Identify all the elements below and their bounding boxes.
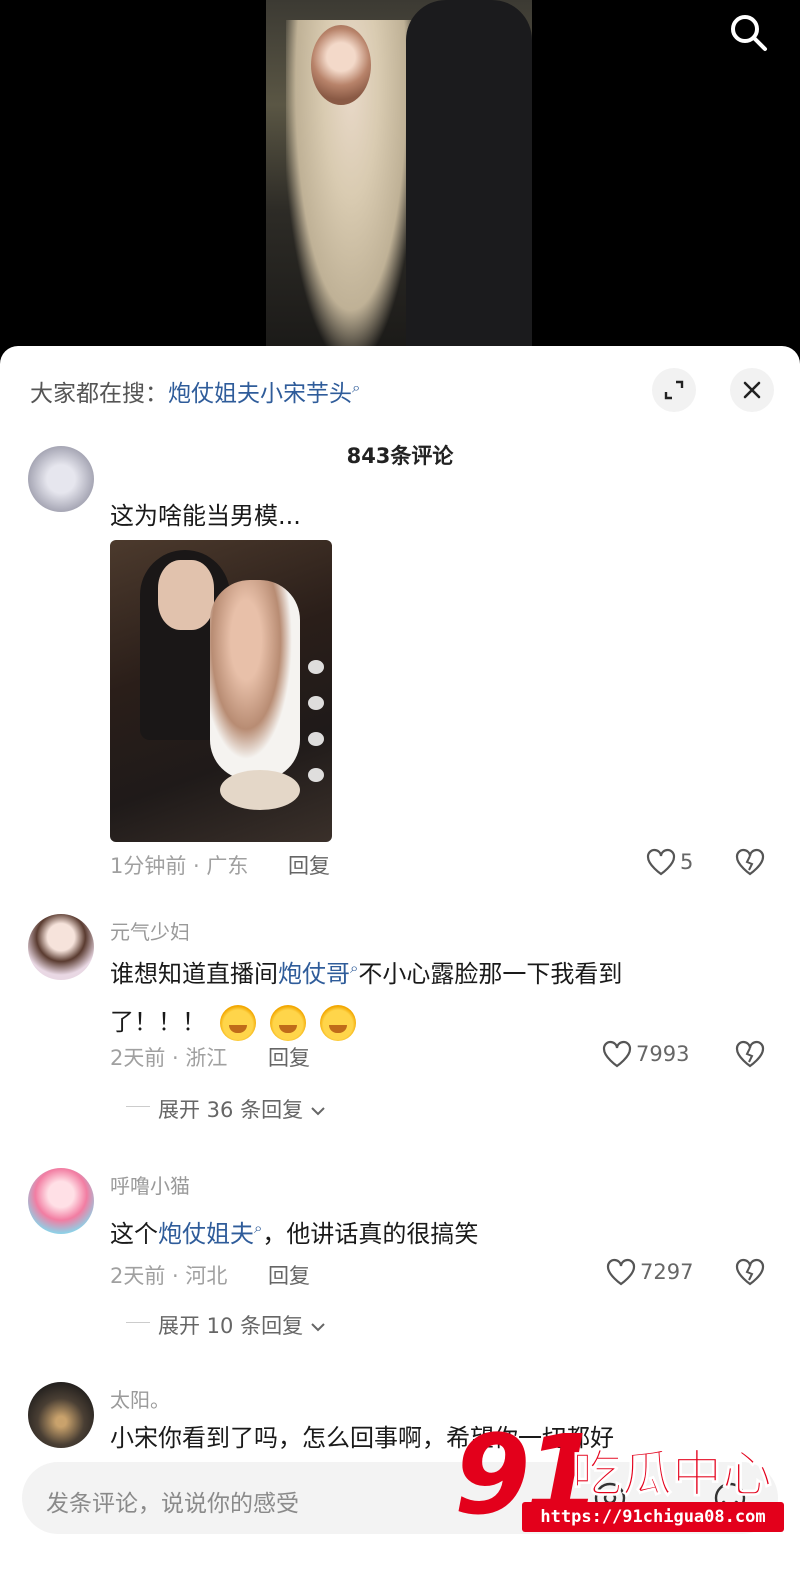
like-button[interactable]: 7993 [602, 1040, 689, 1068]
avatar[interactable] [28, 1168, 94, 1234]
search-icon[interactable] [726, 10, 770, 54]
heart-icon [606, 1258, 636, 1286]
video-player[interactable] [0, 0, 800, 360]
emoji-icon [320, 1005, 356, 1041]
sheet-header: 大家都在搜：炮仗姐夫小宋芋头⌕ [0, 346, 800, 434]
video-bride-head [311, 25, 371, 105]
search-small-icon: ⌕ [352, 378, 361, 397]
comment-text-before: 谁想知道直播间 [110, 960, 278, 988]
comment-username[interactable]: 元气少妇 [110, 916, 190, 945]
comment-input-placeholder: 发条评论，说说你的感受 [46, 1491, 299, 1517]
comment-text: 谁想知道直播间炮仗哥⌕不小心露脸那一下我看到了！！！ [110, 944, 710, 1046]
dislike-button[interactable] [734, 1256, 766, 1288]
like-button[interactable]: 5 [646, 848, 693, 876]
comment-text: 这个炮仗姐夫⌕，他讲话真的很搞笑 [110, 1204, 710, 1258]
like-count: 7993 [636, 1042, 690, 1066]
dislike-button[interactable] [734, 846, 766, 878]
heart-icon [602, 1040, 632, 1068]
expand-replies[interactable]: 展开 10 条回复 [126, 1310, 326, 1340]
avatar[interactable] [28, 1382, 94, 1448]
emoji-icon [220, 1005, 256, 1041]
hot-search-prefix: 大家都在搜： [30, 381, 168, 407]
comment-image[interactable] [110, 540, 332, 842]
comment-meta: 2天前 · 浙江 [110, 1046, 228, 1070]
image-ui-icons [308, 660, 326, 800]
chevron-down-icon [311, 1107, 325, 1116]
expand-icon [664, 380, 684, 400]
comment-text: 这为啥能当男模... [110, 502, 301, 530]
broken-heart-icon [735, 848, 765, 876]
comment-text-before: 这个 [110, 1220, 158, 1248]
video-frame [266, 0, 532, 350]
comment-username[interactable]: 太阳。 [110, 1384, 170, 1413]
dislike-button[interactable] [734, 1038, 766, 1070]
reply-button[interactable]: 回复 [288, 850, 330, 880]
expand-replies[interactable]: 展开 36 条回复 [126, 1094, 326, 1124]
emoji-icon [270, 1005, 306, 1041]
comment-text-after: ，他讲话真的很搞笑 [262, 1220, 479, 1248]
broken-heart-icon [735, 1258, 765, 1286]
comment-keyword[interactable]: 炮仗姐夫 [158, 1220, 254, 1248]
like-count: 5 [680, 850, 694, 874]
heart-icon [646, 848, 676, 876]
chevron-down-icon [311, 1323, 325, 1332]
avatar[interactable] [28, 446, 94, 512]
image-girl [210, 580, 300, 780]
watermark: 91 吃瓜中心 https://91chigua08.com [454, 1420, 794, 1550]
reply-button[interactable]: 回复 [268, 1042, 310, 1072]
like-button[interactable]: 7297 [606, 1258, 693, 1286]
comment-item: 元气少妇 谁想知道直播间炮仗哥⌕不小心露脸那一下我看到了！！！ 2天前 · 浙江… [0, 912, 800, 1132]
reply-button[interactable]: 回复 [268, 1260, 310, 1290]
comment-item: 这为啥能当男模... 1分钟前 · 广东 回复 5 [0, 446, 800, 900]
hot-search-keyword[interactable]: 炮仗姐夫小宋芋头 [168, 381, 352, 407]
expand-replies-label: 展开 10 条回复 [158, 1314, 304, 1338]
video-groom-figure [406, 0, 532, 350]
comment-sheet: 大家都在搜：炮仗姐夫小宋芋头⌕ 843条评论 这为啥能当男模... 1分钟前 ·… [0, 346, 800, 1575]
comment-count: 843条评论 [346, 444, 454, 468]
hot-search[interactable]: 大家都在搜：炮仗姐夫小宋芋头⌕ [30, 374, 360, 408]
comment-meta: 2天前 · 河北 [110, 1264, 228, 1288]
close-icon [743, 381, 761, 399]
broken-heart-icon [735, 1040, 765, 1068]
comment-meta: 1分钟前 · 广东 [110, 854, 249, 878]
like-count: 7297 [640, 1260, 694, 1284]
comment-username[interactable]: 呼噜小猫 [110, 1170, 190, 1199]
image-plate [220, 770, 300, 810]
image-face [158, 560, 214, 630]
comment-keyword[interactable]: 炮仗哥 [278, 960, 350, 988]
avatar[interactable] [28, 914, 94, 980]
watermark-url: https://91chigua08.com [522, 1502, 784, 1532]
expand-replies-label: 展开 36 条回复 [158, 1098, 304, 1122]
comment-item: 呼噜小猫 这个炮仗姐夫⌕，他讲话真的很搞笑 2天前 · 河北 回复 7297 展… [0, 1166, 800, 1356]
expand-button[interactable] [652, 368, 696, 412]
close-button[interactable] [730, 368, 774, 412]
watermark-name: 吃瓜中心 [572, 1445, 773, 1504]
